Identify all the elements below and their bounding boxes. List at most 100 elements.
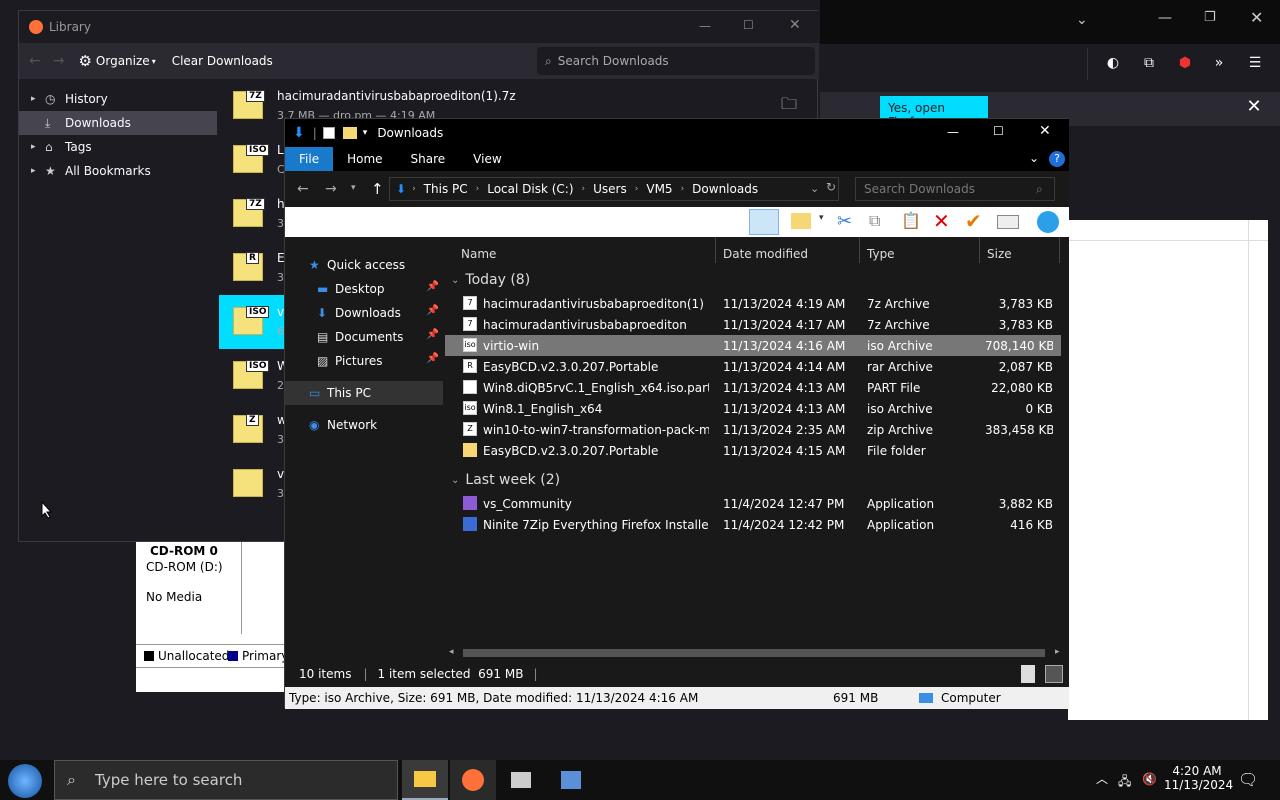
col-name[interactable]: Name: [461, 247, 496, 261]
library-search-input[interactable]: Search Downloads: [558, 54, 669, 68]
extensions-icon[interactable]: ⧉: [1138, 52, 1160, 74]
file-row[interactable]: iso virtio-win 11/13/2024 4:16 AM iso Arc…: [445, 335, 1061, 356]
organize-button[interactable]: ⚙ Organize ▾: [78, 52, 155, 70]
yes-open-firefox-button[interactable]: Yes, open Firefox: [880, 96, 988, 129]
file-row[interactable]: vs_Community 11/4/2024 12:47 PM Applicat…: [445, 493, 1061, 514]
file-row[interactable]: iso Win8.1_English_x64 11/13/2024 4:13 AM…: [445, 398, 1061, 419]
scroll-right-icon[interactable]: ▸: [1055, 647, 1060, 657]
nav-item[interactable]: ★ Quick access: [285, 253, 443, 277]
chevron-right-icon[interactable]: ▸: [31, 166, 45, 176]
col-size[interactable]: Size: [987, 247, 1012, 261]
tab-view[interactable]: View: [459, 147, 515, 171]
up-arrow-icon[interactable]: ↑: [371, 180, 384, 198]
breadcrumb-item[interactable]: This PC: [424, 182, 468, 196]
nav-item[interactable]: ⬇ Downloads 📌: [285, 301, 443, 325]
scrollbar-thumb[interactable]: [463, 649, 1045, 657]
properties-icon[interactable]: [997, 215, 1019, 229]
forward-arrow-icon[interactable]: →: [53, 53, 65, 69]
chevron-right-icon[interactable]: ▸: [31, 94, 45, 104]
file-explorer-taskbar-button[interactable]: [402, 760, 448, 800]
close-icon[interactable]: ✕: [1039, 123, 1051, 139]
library-nav-item[interactable]: ▸ ★ All Bookmarks: [19, 159, 217, 183]
copy-icon[interactable]: ⧉: [869, 211, 880, 231]
tab-share[interactable]: Share: [397, 147, 460, 171]
folder-views-icon[interactable]: [791, 213, 811, 229]
nav-item[interactable]: ▬ Desktop 📌: [285, 277, 443, 301]
breadcrumb-chevron-icon[interactable]: ›: [681, 184, 685, 194]
menu-icon[interactable]: ☰: [1244, 52, 1266, 74]
clock[interactable]: 4:20 AM 11/13/2024: [1164, 764, 1233, 792]
refresh-icon[interactable]: ↻: [826, 180, 836, 194]
apply-icon[interactable]: ✔: [965, 209, 982, 233]
nav-item[interactable]: ▭ This PC: [285, 381, 443, 405]
chevron-right-icon[interactable]: ▸: [31, 142, 45, 152]
nav-item[interactable]: ▨ Pictures 📌: [285, 349, 443, 373]
col-type[interactable]: Type: [867, 247, 895, 261]
notifications-icon[interactable]: 🗨: [1238, 770, 1258, 789]
minimize-icon[interactable]: —: [947, 125, 959, 139]
paste-icon[interactable]: 📋: [901, 211, 921, 230]
file-group-header[interactable]: ⌄ Today (8): [445, 267, 1061, 293]
open-folder-icon[interactable]: 🗀: [781, 93, 797, 120]
start-button[interactable]: [8, 764, 42, 798]
library-nav-item[interactable]: ⤓ Downloads: [19, 111, 217, 135]
breadcrumb-item[interactable]: VM5: [646, 182, 672, 196]
globe-icon[interactable]: [1037, 211, 1059, 233]
breadcrumb-item[interactable]: Users: [593, 182, 627, 196]
library-search[interactable]: ⌕ Search Downloads: [537, 47, 815, 75]
ublock-icon[interactable]: ⬢: [1174, 52, 1196, 74]
new-folder-icon[interactable]: [342, 127, 357, 139]
nav-item[interactable]: ▤ Documents 📌: [285, 325, 443, 349]
delete-icon[interactable]: ✕: [933, 209, 950, 233]
file-row[interactable]: R EasyBCD.v2.3.0.207.Portable 11/13/2024 …: [445, 356, 1061, 377]
cut-icon[interactable]: ✂: [837, 211, 852, 232]
restore-icon[interactable]: ❐: [1204, 10, 1216, 25]
breadcrumb-chevron-icon[interactable]: ›: [635, 184, 639, 194]
taskbar-search[interactable]: ⌕ Type here to search: [54, 760, 398, 800]
network-icon[interactable]: 🖧: [1118, 772, 1131, 793]
file-row[interactable]: EasyBCD.v2.3.0.207.Portable 11/13/2024 4…: [445, 440, 1061, 461]
back-arrow-icon[interactable]: ←: [297, 181, 309, 197]
breadcrumb-item[interactable]: Downloads: [692, 182, 758, 196]
firefox-taskbar-button[interactable]: [450, 760, 496, 800]
file-row[interactable]: Ninite 7Zip Everything Firefox Installer…: [445, 514, 1061, 535]
minimize-icon[interactable]: —: [699, 19, 711, 33]
library-nav-item[interactable]: ▸ ◷ History: [19, 87, 217, 111]
tab-file[interactable]: File: [285, 147, 334, 171]
file-row[interactable]: 7 hacimuradantivirusbabaproediton 11/13/2…: [445, 314, 1061, 335]
large-icons-view-icon[interactable]: [1045, 665, 1063, 683]
setup-taskbar-button[interactable]: [498, 760, 544, 800]
nav-item[interactable]: ◉ Network: [285, 413, 443, 437]
file-group-header[interactable]: ⌄ Last week (2): [445, 467, 1061, 493]
tabs-dropdown-icon[interactable]: ⌄: [1076, 12, 1088, 28]
overflow-icon[interactable]: »: [1208, 52, 1230, 74]
breadcrumb-item[interactable]: Local Disk (C:): [487, 182, 573, 196]
tab-home[interactable]: Home: [333, 147, 396, 171]
forward-arrow-icon[interactable]: →: [325, 181, 337, 197]
close-icon[interactable]: ✕: [1250, 8, 1263, 27]
maximize-icon[interactable]: ☐: [743, 18, 754, 32]
breadcrumb-chevron-icon[interactable]: ›: [476, 184, 480, 194]
address-bar[interactable]: ⬇ › This PC › Local Disk (C:) › Users › VM5 › Do…: [389, 177, 839, 201]
file-row[interactable]: Win8.diQB5rvC.1_English_x64.iso.part 11/…: [445, 377, 1061, 398]
minimize-icon[interactable]: —: [1158, 10, 1172, 26]
library-nav-item[interactable]: ▸ ⌂ Tags: [19, 135, 217, 159]
back-arrow-icon[interactable]: ←: [29, 53, 41, 69]
volume-muted-icon[interactable]: 🔇: [1142, 772, 1157, 786]
taskbar-search-input[interactable]: Type here to search: [95, 771, 242, 789]
qat-dropdown-icon[interactable]: ▾: [363, 128, 368, 138]
horizontal-scrollbar[interactable]: ◂ ▸: [449, 645, 1065, 659]
file-row[interactable]: Zwin10-to-win7-transformation-pack-ma...…: [445, 419, 1061, 440]
explorer-search[interactable]: Search Downloads ⌕: [855, 177, 1055, 201]
col-date[interactable]: Date modified: [723, 247, 808, 261]
clear-downloads-button[interactable]: Clear Downloads: [172, 54, 273, 68]
vpn-icon[interactable]: ◐: [1102, 52, 1124, 74]
address-dropdown-icon[interactable]: ⌄: [810, 182, 819, 195]
maximize-icon[interactable]: ☐: [993, 124, 1004, 138]
ribbon-expand-icon[interactable]: ⌄: [1029, 151, 1039, 165]
explorer-search-input[interactable]: Search Downloads: [864, 182, 975, 196]
scroll-left-icon[interactable]: ◂: [449, 647, 454, 657]
properties-icon[interactable]: [322, 127, 335, 139]
details-view-icon[interactable]: [1021, 665, 1035, 683]
close-icon[interactable]: ✕: [789, 17, 801, 33]
